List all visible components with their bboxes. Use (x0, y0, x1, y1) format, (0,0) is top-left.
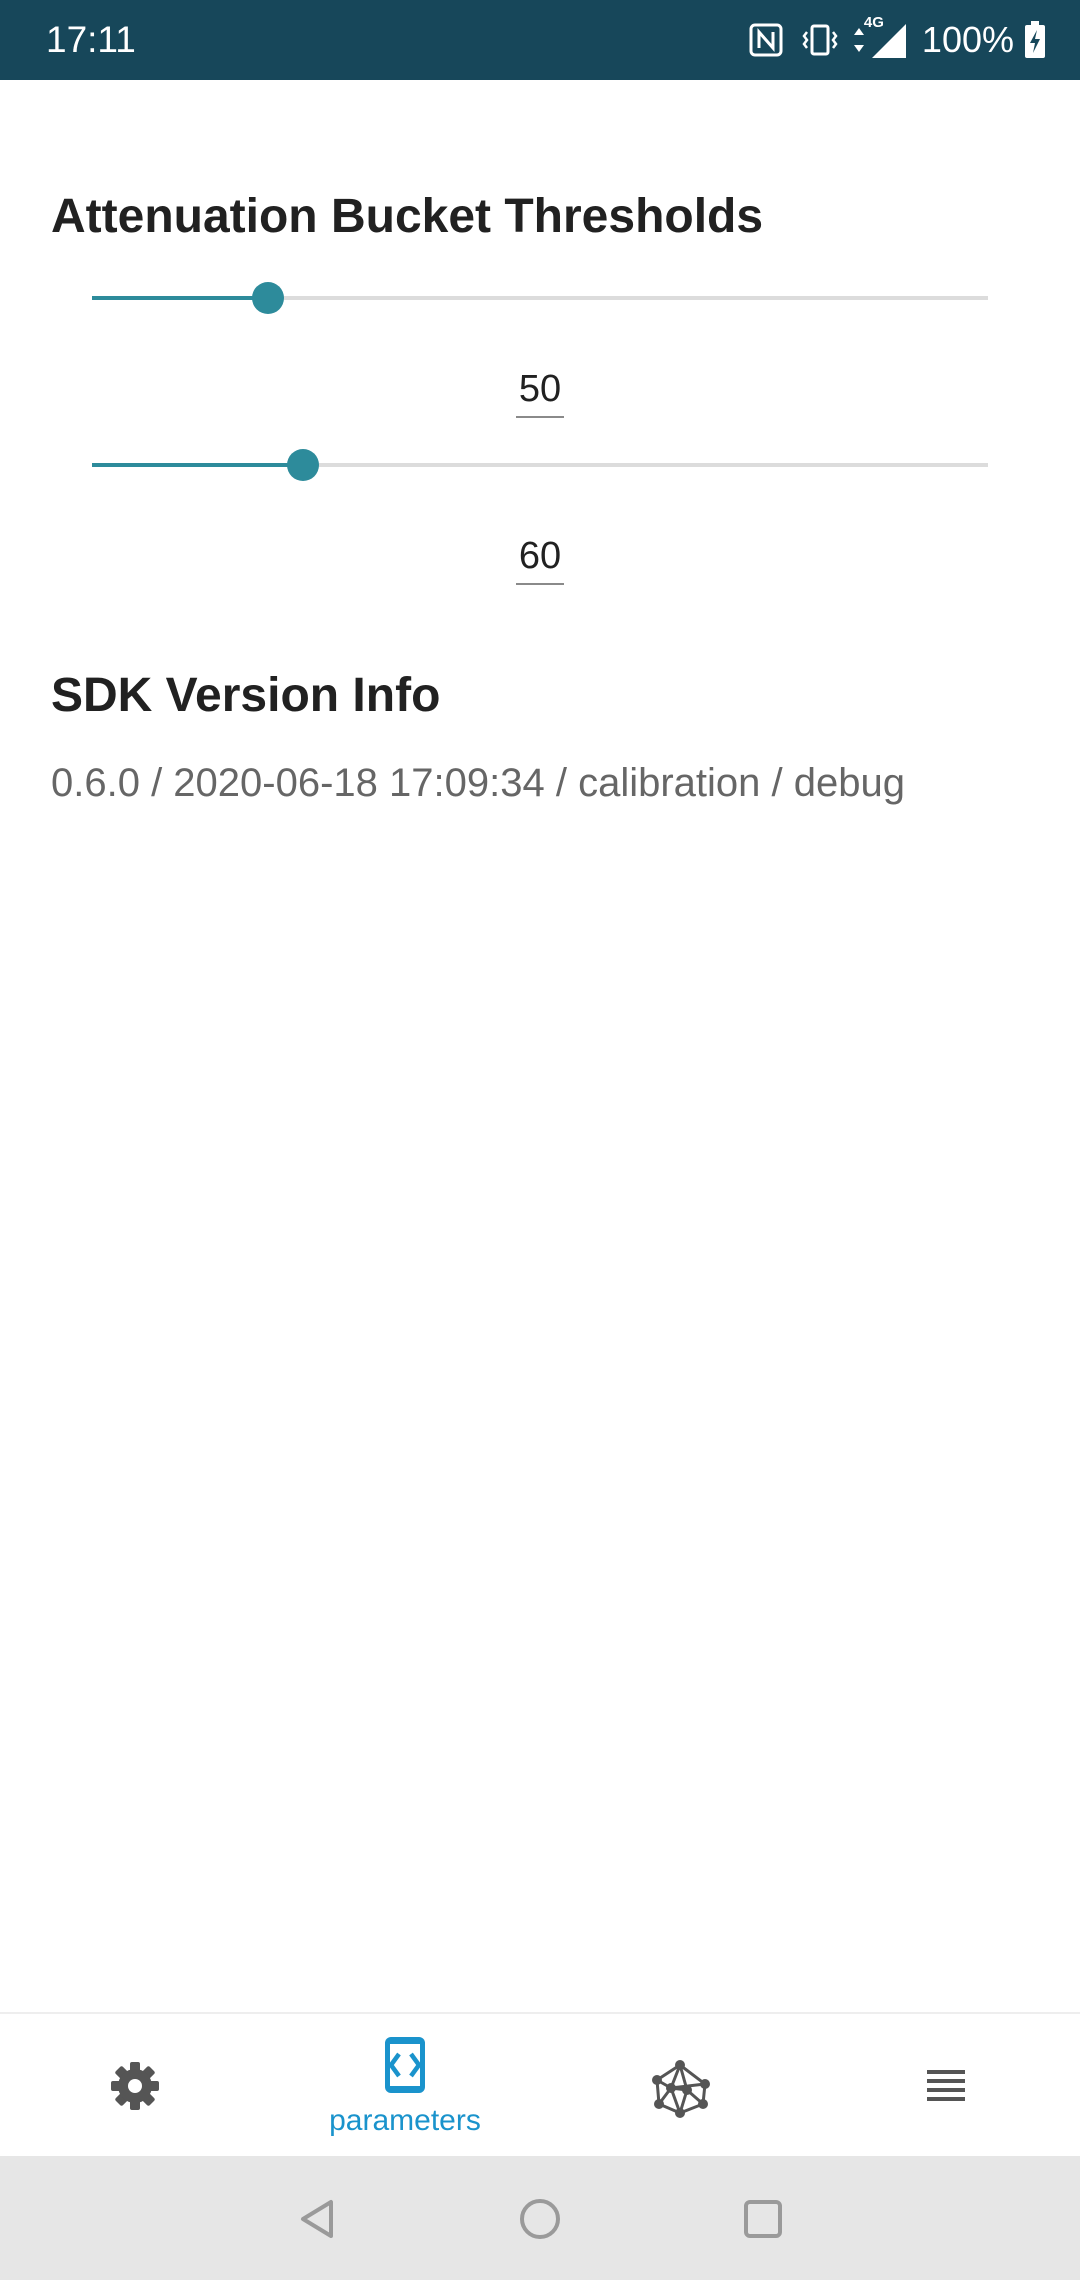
slider-active-track (92, 463, 303, 467)
vibrate-icon (800, 22, 840, 58)
attenuation-value-1[interactable]: 50 (516, 366, 564, 418)
status-time: 17:11 (46, 19, 136, 60)
battery-percent: 100% (921, 19, 1014, 60)
nav-item-list[interactable] (810, 2014, 1080, 2158)
attenuation-title: Attenuation Bucket Thresholds (51, 190, 764, 243)
sdk-title: SDK Version Info (51, 669, 441, 722)
network-type-label: 4G (863, 14, 884, 31)
nav-item-parameters[interactable]: parameters (270, 2014, 540, 2158)
nfc-icon (748, 22, 784, 58)
slider-thumb[interactable] (286, 449, 319, 481)
attenuation-slider-1[interactable] (92, 278, 988, 318)
recents-icon[interactable] (738, 2194, 788, 2244)
slider-thumb[interactable] (251, 282, 284, 314)
battery-charging-icon (1024, 21, 1046, 59)
system-navigation-bar (0, 2156, 1080, 2280)
nav-label-parameters: parameters (329, 2104, 481, 2137)
status-icons: 4G 100% (748, 14, 1046, 66)
nav-item-network[interactable] (540, 2014, 810, 2158)
sdk-version-info: 0.6.0 / 2020-06-18 17:09:34 / calibratio… (51, 761, 905, 805)
attenuation-slider-2[interactable] (92, 445, 988, 485)
nav-item-settings[interactable] (0, 2014, 270, 2158)
back-icon[interactable] (293, 2194, 343, 2244)
bottom-navigation: parameters (0, 2012, 1080, 2158)
home-icon[interactable] (515, 2194, 565, 2244)
signal-icon: 4G (864, 14, 908, 60)
attenuation-value-2[interactable]: 60 (516, 533, 564, 585)
slider-active-track (92, 296, 268, 300)
status-bar: 17:11 4G 100% (0, 0, 1080, 80)
